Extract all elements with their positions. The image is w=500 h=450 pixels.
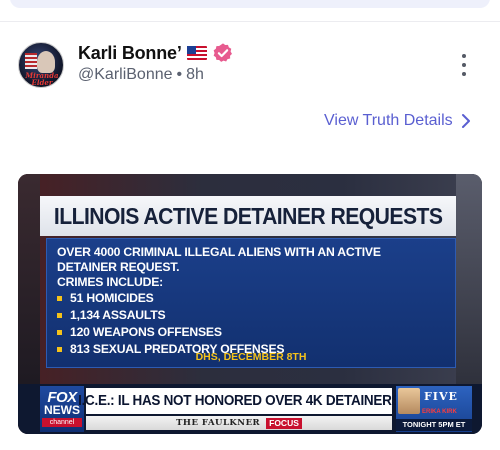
crime-bullet: 1,134 ASSAULTS (57, 307, 445, 324)
news-logo-text: NEWS (44, 403, 80, 417)
avatar-figure (37, 51, 55, 73)
crime-bullet-text: 51 HOMICIDES (70, 291, 154, 305)
author-handle-row: @KarliBonne • 8h (78, 66, 204, 84)
previous-post-card-edge (10, 0, 490, 8)
separator-dot: • (176, 66, 183, 83)
news-ticker: I.C.E.: IL HAS NOT HONORED OVER 4K DETAI… (78, 388, 400, 414)
promo-show-name: FIVE (424, 390, 458, 403)
info-line: OVER 4000 CRIMINAL ILLEGAL ALIENS WITH A… (57, 245, 381, 259)
graphic-source: DHS, DECEMBER 8TH (195, 351, 307, 363)
show-tag: FOCUS (266, 417, 302, 429)
author-name[interactable]: Karli Bonne’ (78, 43, 182, 64)
verified-badge-icon (212, 42, 234, 64)
crime-bullet: 51 HOMICIDES (57, 290, 445, 307)
show-bar: THE FAULKNER FOCUS (86, 416, 392, 430)
avatar-flag (25, 53, 37, 69)
graphic-info-panel: OVER 4000 CRIMINAL ILLEGAL ALIENS WITH A… (46, 238, 456, 368)
author-handle[interactable]: @KarliBonne (78, 66, 173, 83)
info-line: DETAINER REQUEST. (57, 260, 180, 274)
channel-logo-text: channel (42, 418, 82, 427)
show-name: THE FAULKNER (176, 418, 261, 428)
post-header: Miranda Elder Karli Bonne’ @KarliBonne • 8… (18, 40, 482, 90)
info-line: CRIMES INCLUDE: (57, 275, 164, 289)
promo-photo (398, 388, 420, 414)
avatar-logo-text: Miranda Elder (25, 71, 59, 87)
crime-bullet-text: 1,134 ASSAULTS (70, 308, 166, 322)
author-name-row: Karli Bonne’ (78, 42, 234, 64)
ticker-headline: I.C.E.: IL HAS NOT HONORED OVER 4K DETAI… (77, 393, 401, 409)
media-background-right (456, 174, 482, 384)
news-lower-third: FOX NEWS channel I.C.E.: IL HAS NOT HONO… (18, 384, 482, 434)
view-truth-details-label: View Truth Details (324, 112, 453, 129)
us-flag-icon (186, 46, 207, 60)
bullet-icon (57, 296, 62, 301)
bullet-icon (57, 330, 62, 335)
promo-guest: ERIKA KIRK (422, 409, 457, 415)
graphic-headline: ILLINOIS ACTIVE DETAINER REQUESTS (53, 202, 443, 229)
graphic-headline-panel: ILLINOIS ACTIVE DETAINER REQUESTS (40, 196, 456, 236)
divider (0, 21, 500, 22)
post-timestamp[interactable]: 8h (186, 66, 204, 83)
post-media-image[interactable]: ILLINOIS ACTIVE DETAINER REQUESTS OVER 4… (18, 174, 482, 434)
promo-time: TONIGHT 5PM ET (396, 419, 472, 431)
crime-bullet-text: 120 WEAPONS OFFENSES (70, 325, 222, 339)
view-truth-details-link[interactable]: View Truth Details (324, 112, 473, 130)
more-options-icon[interactable] (458, 54, 470, 76)
show-promo: FIVE ERIKA KIRK TONIGHT 5PM ET (396, 386, 472, 432)
crime-bullet: 120 WEAPONS OFFENSES (57, 324, 445, 341)
bullet-icon (57, 313, 62, 318)
media-background-left (18, 174, 40, 384)
avatar[interactable]: Miranda Elder (18, 42, 64, 88)
chevron-right-icon (461, 114, 470, 128)
